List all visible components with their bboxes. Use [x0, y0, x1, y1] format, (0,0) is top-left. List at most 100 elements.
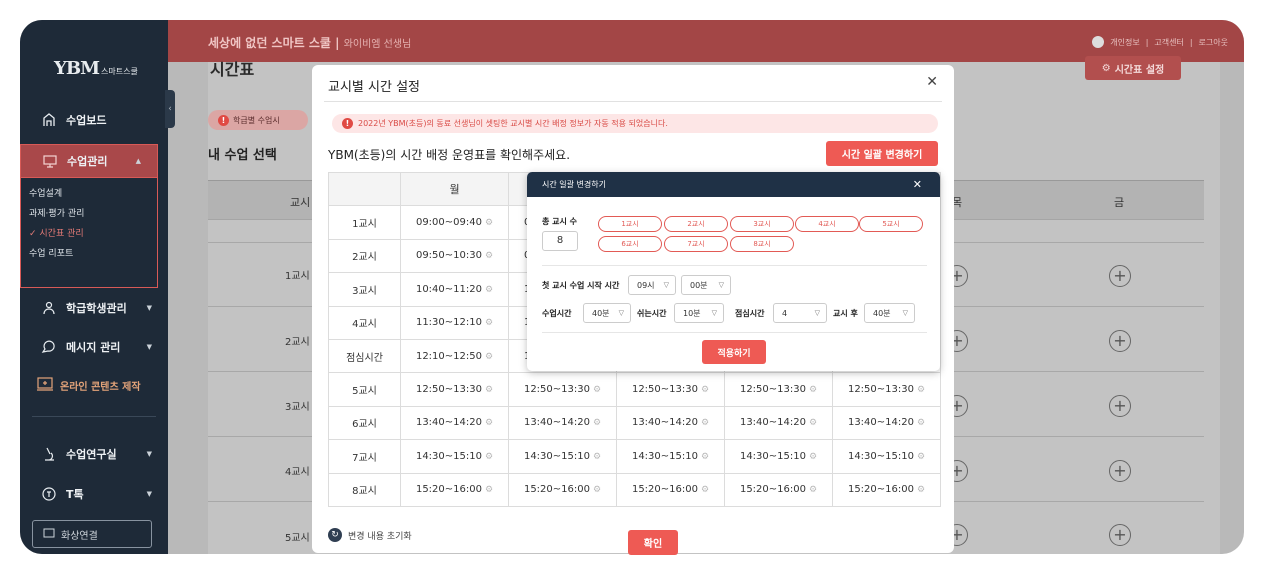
add-class-button[interactable]: + [1109, 524, 1131, 546]
close-icon[interactable]: ✕ [913, 178, 922, 191]
lunch-period-select[interactable]: 4 ▽ [773, 303, 827, 323]
confirm-button[interactable]: 확인 [628, 530, 678, 555]
add-class-button[interactable]: + [1109, 395, 1131, 417]
gear-icon[interactable]: ⚙ [485, 285, 493, 295]
gear-icon[interactable]: ⚙ [485, 352, 493, 362]
modal-subtitle: YBM(초등)의 시간 배정 운영표를 확인해주세요. [328, 148, 571, 162]
submenu-assignment[interactable]: 과제·평가 관리 [21, 206, 157, 223]
add-class-button[interactable]: + [1109, 330, 1131, 352]
time-value: 12:50~13:30 [415, 384, 482, 396]
gear-icon[interactable]: ⚙ [485, 251, 493, 261]
time-cell[interactable]: 15:20~16:00 ⚙ [724, 472, 833, 507]
time-cell[interactable]: 11:30~12:10⚙ [400, 305, 509, 340]
gear-icon[interactable]: ⚙ [917, 485, 925, 495]
bulk-change-button[interactable]: 시간 일괄 변경하기 [826, 141, 938, 166]
period-chip[interactable]: 2교시 [664, 216, 728, 232]
bg-col-period: 교시 [290, 196, 311, 209]
submenu-timetable[interactable]: ✓ 시간표 관리 [21, 226, 157, 243]
add-class-button[interactable]: + [1109, 265, 1131, 287]
gear-icon[interactable]: ⚙ [701, 452, 709, 462]
sidebar-item-board[interactable]: 수업보드 [20, 105, 168, 135]
time-cell[interactable]: 14:30~15:10 ⚙ [400, 439, 509, 474]
time-cell[interactable]: 12:50~13:30 ⚙ [508, 372, 617, 407]
timetable-settings-button[interactable]: ⚙ 시간표 설정 [1085, 56, 1181, 80]
gear-icon[interactable]: ⚙ [485, 318, 493, 328]
gear-icon[interactable]: ⚙ [701, 485, 709, 495]
video-call-button[interactable]: 화상연결 [32, 520, 152, 548]
gear-icon[interactable]: ⚙ [485, 218, 493, 228]
period-chip[interactable]: 8교시 [730, 236, 794, 252]
total-periods-input[interactable]: 8 [542, 231, 578, 251]
gear-icon[interactable]: ⚙ [701, 385, 709, 395]
start-hour-select[interactable]: 09시 ▽ [628, 275, 676, 295]
link-privacy[interactable]: 개인정보 [1110, 37, 1139, 48]
gear-icon[interactable]: ⚙ [917, 385, 925, 395]
sidebar-item-lab[interactable]: 수업연구실 ▼ [20, 439, 168, 469]
sidebar-item-ttalk[interactable]: T톡 ▼ [20, 479, 168, 509]
gear-icon[interactable]: ⚙ [917, 452, 925, 462]
gear-icon[interactable]: ⚙ [593, 452, 601, 462]
class-time-select[interactable]: 40분 ▽ [583, 303, 631, 323]
time-cell[interactable]: 15:20~16:00 ⚙ [616, 472, 725, 507]
sidebar-item-students[interactable]: 학급학생관리 ▼ [20, 293, 168, 323]
gear-icon[interactable]: ⚙ [593, 385, 601, 395]
gear-icon[interactable]: ⚙ [701, 418, 709, 428]
time-cell[interactable]: 13:40~14:20 ⚙ [832, 405, 941, 441]
gear-icon[interactable]: ⚙ [809, 485, 817, 495]
gear-icon[interactable]: ⚙ [485, 385, 493, 395]
avatar[interactable] [1092, 36, 1105, 48]
close-icon[interactable]: ✕ [926, 74, 938, 90]
time-cell[interactable]: 09:00~09:40⚙ [400, 205, 509, 240]
gear-icon[interactable]: ⚙ [593, 418, 601, 428]
time-cell[interactable]: 09:50~10:30⚙ [400, 238, 509, 274]
time-cell[interactable]: 12:10~12:50⚙ [400, 338, 509, 374]
time-cell[interactable]: 15:20~16:00 ⚙ [400, 472, 509, 507]
lunch-duration-select[interactable]: 40분 ▽ [864, 303, 915, 323]
gear-icon[interactable]: ⚙ [809, 385, 817, 395]
period-chip[interactable]: 7교시 [664, 236, 728, 252]
time-cell[interactable]: 10:40~11:20⚙ [400, 272, 509, 307]
link-logout[interactable]: 로그아웃 [1199, 37, 1228, 48]
apply-button[interactable]: 적용하기 [702, 340, 766, 364]
logo[interactable]: YBM 스마트스쿨 [54, 58, 138, 79]
time-cell[interactable]: 13:40~14:20 ⚙ [724, 405, 833, 441]
submenu-report[interactable]: 수업 리포트 [21, 246, 157, 263]
gear-icon[interactable]: ⚙ [593, 485, 601, 495]
period-chip[interactable]: 3교시 [730, 216, 794, 232]
time-cell[interactable]: 14:30~15:10 ⚙ [616, 439, 725, 474]
time-cell[interactable]: 14:30~15:10 ⚙ [832, 439, 941, 474]
sidebar-collapse-button[interactable]: ‹ [165, 90, 175, 128]
add-class-button[interactable]: + [1109, 460, 1131, 482]
time-cell[interactable]: 14:30~15:10 ⚙ [508, 439, 617, 474]
gear-icon[interactable]: ⚙ [485, 485, 493, 495]
period-chip[interactable]: 6교시 [598, 236, 662, 252]
time-cell[interactable]: 12:50~13:30 ⚙ [724, 372, 833, 407]
period-chip[interactable]: 1교시 [598, 216, 662, 232]
sidebar-item-content[interactable]: 온라인 콘텐츠 제작 [36, 376, 141, 395]
time-cell[interactable]: 12:50~13:30 ⚙ [400, 372, 509, 407]
time-value: 15:20~16:00 [523, 484, 590, 496]
time-cell[interactable]: 12:50~13:30 ⚙ [616, 372, 725, 407]
period-chip[interactable]: 5교시 [859, 216, 923, 232]
gear-icon[interactable]: ⚙ [485, 452, 493, 462]
sidebar-item-message[interactable]: 메시지 관리 ▼ [20, 332, 168, 362]
board-icon [40, 111, 58, 129]
time-cell[interactable]: 14:30~15:10 ⚙ [724, 439, 833, 474]
time-cell[interactable]: 13:40~14:20 ⚙ [508, 405, 617, 441]
break-time-select[interactable]: 10분 ▽ [674, 303, 724, 323]
sidebar-item-class[interactable]: 수업관리 ▲ [20, 144, 158, 178]
time-cell[interactable]: 15:20~16:00 ⚙ [508, 472, 617, 507]
link-support[interactable]: 고객센터 [1154, 37, 1183, 48]
period-chip[interactable]: 4교시 [795, 216, 859, 232]
gear-icon[interactable]: ⚙ [485, 418, 493, 428]
reset-changes-button[interactable]: ↻ 변경 내용 초기화 [328, 528, 412, 542]
submenu-design[interactable]: 수업설계 [21, 186, 157, 203]
gear-icon[interactable]: ⚙ [809, 452, 817, 462]
start-minute-select[interactable]: 00분 ▽ [681, 275, 731, 295]
time-cell[interactable]: 13:40~14:20 ⚙ [616, 405, 725, 441]
time-cell[interactable]: 12:50~13:30 ⚙ [832, 372, 941, 407]
gear-icon[interactable]: ⚙ [809, 418, 817, 428]
time-cell[interactable]: 13:40~14:20 ⚙ [400, 405, 509, 441]
time-cell[interactable]: 15:20~16:00 ⚙ [832, 472, 941, 507]
gear-icon[interactable]: ⚙ [917, 418, 925, 428]
